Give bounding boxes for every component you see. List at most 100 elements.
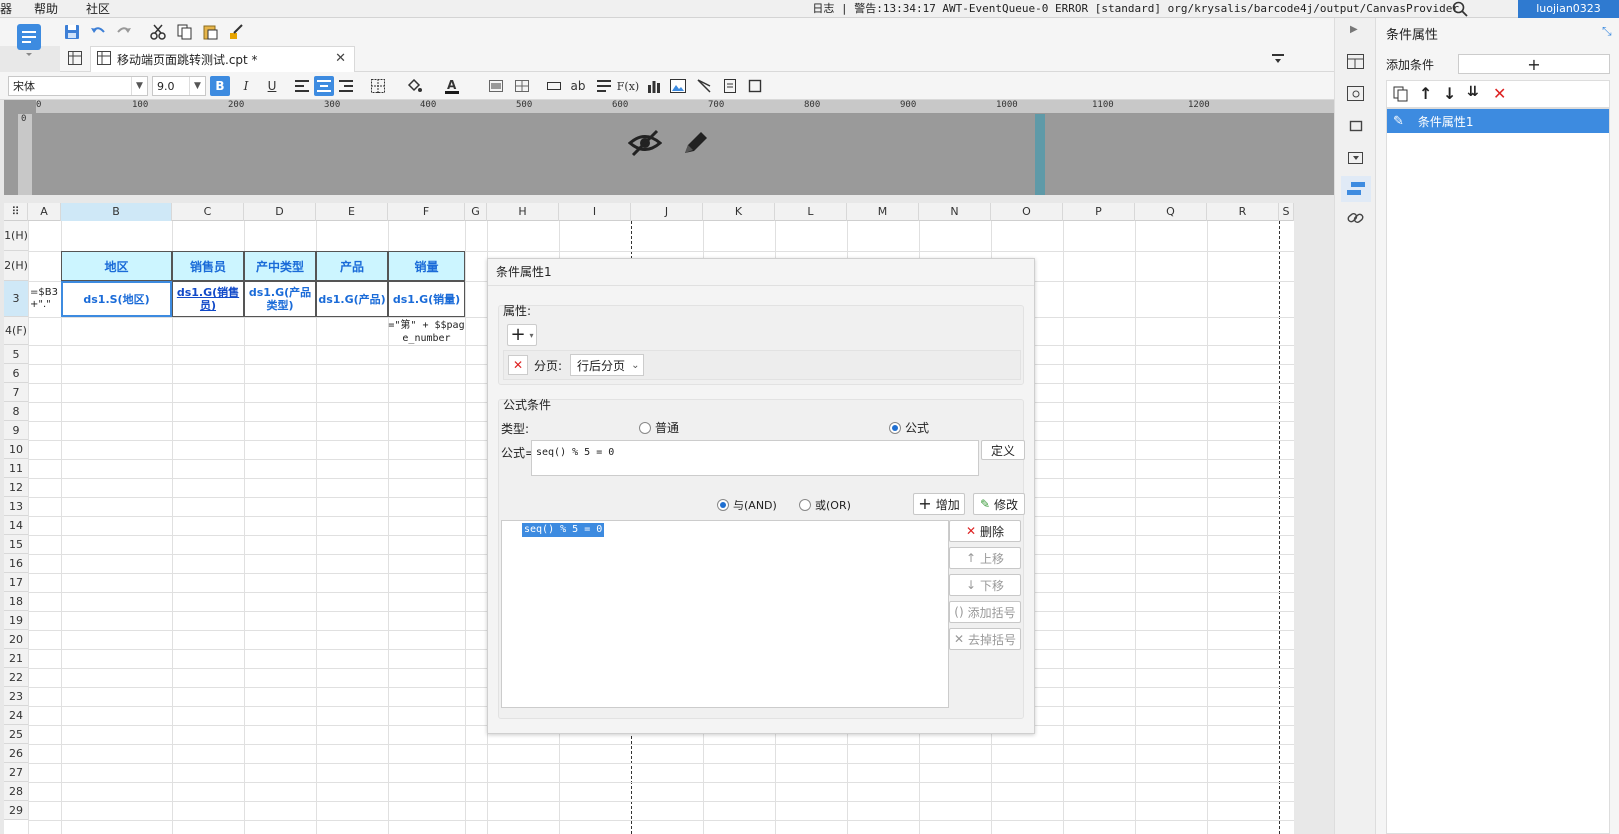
copy-icon[interactable]	[1393, 86, 1409, 105]
cell-d3[interactable]: ds1.G(产品类型)	[244, 281, 316, 317]
select-all-icon[interactable]: ⠿	[4, 203, 28, 221]
formula-input[interactable]: seq() % 5 = 0	[531, 440, 979, 476]
column-header[interactable]: B	[61, 203, 172, 221]
row-header[interactable]: 9	[4, 421, 28, 440]
row-header[interactable]: 14	[4, 516, 28, 535]
cell-b3-selected[interactable]: ds1.S(地区)	[61, 281, 172, 317]
menu-item-server[interactable]: 器	[0, 0, 12, 18]
subreport-icon[interactable]	[720, 76, 740, 96]
row-header[interactable]: 26	[4, 744, 28, 763]
formula-button[interactable]: F(x)	[617, 76, 639, 96]
save-icon[interactable]	[62, 22, 82, 42]
row-header[interactable]: 6	[4, 364, 28, 383]
copy-icon[interactable]	[174, 22, 194, 42]
eye-hidden-icon[interactable]	[627, 128, 663, 161]
paste-icon[interactable]	[200, 22, 220, 42]
cell-f3[interactable]: ds1.G(销量)	[388, 281, 465, 317]
column-header[interactable]: O	[991, 203, 1063, 221]
underline-button[interactable]: U	[262, 76, 282, 96]
row-header[interactable]: 21	[4, 649, 28, 668]
page-break-select[interactable]: 行后分页 ⌄	[570, 354, 645, 376]
header-cell-product-type[interactable]: 产中类型	[244, 251, 316, 281]
align-right-icon[interactable]	[336, 76, 356, 96]
cell-f4[interactable]: ="第" + $$page_number	[388, 318, 465, 345]
column-header[interactable]: S	[1279, 203, 1294, 221]
row-header[interactable]: 23	[4, 687, 28, 706]
column-header[interactable]: M	[847, 203, 919, 221]
row-header[interactable]: 7	[4, 383, 28, 402]
font-family-select[interactable]: 宋体 ▼	[8, 76, 148, 96]
modify-condition-button[interactable]: ✎ 修改	[973, 493, 1025, 515]
delete-icon[interactable]: ✕	[1493, 84, 1506, 103]
undo-icon[interactable]	[88, 22, 108, 42]
column-header[interactable]: I	[559, 203, 631, 221]
column-header[interactable]: D	[244, 203, 316, 221]
move-down-icon[interactable]: ↓	[1443, 84, 1456, 103]
row-header[interactable]: 27	[4, 763, 28, 782]
tab-report[interactable]: 移动端页面跳转测试.cpt * ✕	[90, 46, 355, 72]
column-header[interactable]: G	[465, 203, 487, 221]
format-painter-icon[interactable]	[226, 22, 246, 42]
font-size-select[interactable]: 9.0 ▼	[152, 76, 206, 96]
image-icon[interactable]	[668, 76, 688, 96]
row-header[interactable]: 15	[4, 535, 28, 554]
row-header[interactable]: 18	[4, 592, 28, 611]
header-cell-region[interactable]: 地区	[61, 251, 172, 281]
condition-list[interactable]: seq() % 5 = 0	[501, 520, 949, 708]
column-header[interactable]: C	[172, 203, 244, 221]
column-header[interactable]: N	[919, 203, 991, 221]
italic-button[interactable]: I	[236, 76, 256, 96]
add-parentheses-button[interactable]: () 添加括号	[949, 601, 1021, 623]
row-header[interactable]: 28	[4, 782, 28, 801]
text-align-icon[interactable]	[594, 76, 614, 96]
row-header[interactable]: 17	[4, 573, 28, 592]
row-header[interactable]: 20	[4, 630, 28, 649]
border-icon[interactable]	[368, 76, 388, 96]
column-header[interactable]: F	[388, 203, 465, 221]
template-icon[interactable]	[14, 22, 44, 56]
menu-item-community[interactable]: 社区	[86, 0, 110, 18]
close-icon[interactable]: ✕	[335, 51, 346, 66]
row-header[interactable]: 13	[4, 497, 28, 516]
add-condition-button[interactable]: +	[1458, 54, 1610, 74]
column-header[interactable]: A	[28, 203, 61, 221]
define-button[interactable]: 定义	[981, 440, 1025, 460]
row-header[interactable]: 10	[4, 440, 28, 459]
tab-menu-icon[interactable]	[1271, 51, 1285, 68]
collapse-icon[interactable]: ⤡	[1602, 24, 1612, 39]
row-header[interactable]: 24	[4, 706, 28, 725]
condition-attributes-icon[interactable]	[1341, 176, 1371, 202]
cut-icon[interactable]	[148, 22, 168, 42]
row-header[interactable]: 5	[4, 345, 28, 364]
cell-attributes-icon[interactable]	[1347, 54, 1365, 73]
redo-icon[interactable]	[114, 22, 134, 42]
and-radio[interactable]: 与(AND)	[717, 497, 777, 513]
move-up-icon[interactable]: ↑	[1419, 84, 1432, 103]
text-ab-button[interactable]: ab	[568, 76, 588, 96]
row-header[interactable]: 4(F)	[4, 317, 28, 345]
row-header[interactable]: 19	[4, 611, 28, 630]
column-header[interactable]: P	[1063, 203, 1135, 221]
row-header[interactable]: 12	[4, 478, 28, 497]
row-header[interactable]: 25	[4, 725, 28, 744]
user-account[interactable]: luojian0323	[1518, 0, 1619, 18]
cell-a3[interactable]: =$B3+"."	[30, 283, 60, 315]
cell-c3[interactable]: ds1.G(销售员)	[172, 281, 244, 317]
chart-icon[interactable]	[644, 76, 664, 96]
header-cell-sales[interactable]: 销量	[388, 251, 465, 281]
row-header[interactable]: 3	[4, 281, 28, 317]
type-normal-radio[interactable]: 普通	[639, 419, 679, 436]
column-header[interactable]: E	[316, 203, 388, 221]
row-header[interactable]: 22	[4, 668, 28, 687]
row-header[interactable]: 2(H)	[4, 251, 28, 281]
align-left-icon[interactable]	[292, 76, 312, 96]
column-header[interactable]: J	[631, 203, 703, 221]
header-cell-salesperson[interactable]: 销售员	[172, 251, 244, 281]
type-formula-radio[interactable]: 公式	[889, 419, 929, 436]
add-condition-button[interactable]: + 增加	[913, 493, 965, 515]
remove-attribute-icon[interactable]: ✕	[508, 355, 528, 375]
frame-icon[interactable]	[746, 76, 766, 96]
column-header[interactable]: R	[1207, 203, 1279, 221]
column-header[interactable]: Q	[1135, 203, 1207, 221]
menu-item-help[interactable]: 帮助	[34, 0, 58, 18]
